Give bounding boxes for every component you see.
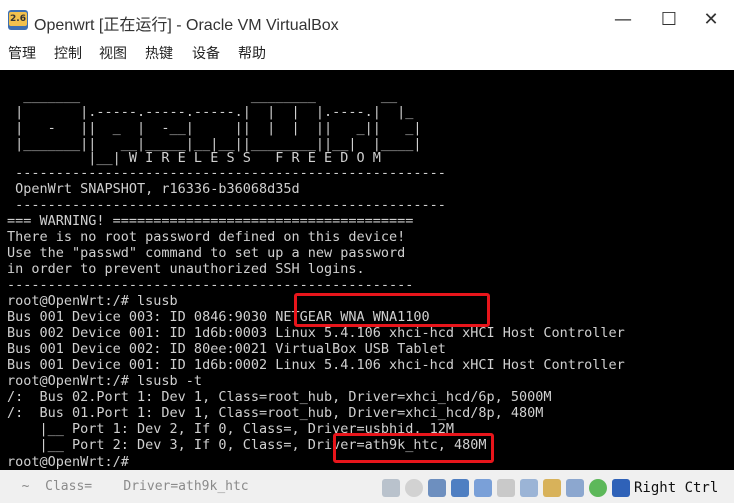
version-line: OpenWrt SNAPSHOT, r16336-b36068d35d [7, 181, 300, 197]
menu-help[interactable]: 帮助 [238, 43, 266, 63]
network-icon[interactable] [451, 479, 469, 497]
shell-prompt: root@OpenWrt:/# lsusb -t [7, 373, 203, 389]
warning-line: There is no root password defined on thi… [7, 229, 406, 245]
menu-manage[interactable]: 管理 [8, 43, 36, 63]
openwrt-logo-line: _______ ________ __ [7, 88, 398, 104]
banner-separator: ----------------------------------------… [7, 197, 446, 213]
lsusb-output-line: Bus 001 Device 001: ID 1d6b:0002 Linux 5… [7, 357, 625, 373]
close-button[interactable]: ✕ [688, 0, 734, 40]
minimize-button[interactable]: — [600, 0, 646, 40]
lsusb-tree-line: /: Bus 02.Port 1: Dev 1, Class=root_hub,… [7, 389, 552, 405]
lsusb-output-line: Bus 002 Device 001: ID 1d6b:0003 Linux 5… [7, 325, 625, 341]
highlight-box-driver [333, 433, 494, 463]
hard-disk-icon[interactable] [382, 479, 400, 497]
usb-icon[interactable] [474, 479, 492, 497]
openwrt-tagline: |__| W I R E L E S S F R E E D O M [7, 150, 381, 166]
display-icon[interactable] [520, 479, 538, 497]
virtualbox-app-icon: 2.6 [8, 10, 28, 30]
audio-icon[interactable] [428, 479, 446, 497]
title-bar[interactable]: 2.6 Openwrt [正在运行] - Oracle VM VirtualBo… [0, 0, 734, 40]
menu-control[interactable]: 控制 [54, 43, 82, 63]
menu-view[interactable]: 视图 [99, 43, 127, 63]
warning-header: === WARNING! ===========================… [7, 213, 414, 229]
shell-prompt-current: root@OpenWrt:/# [7, 454, 138, 470]
menu-devices[interactable]: 设备 [192, 43, 220, 63]
openwrt-logo-line: | - || _ | -__| || | | || _|| _| [7, 120, 422, 136]
statusbar-ghost-text: ~ Class= Driver=ath9k_htc [6, 479, 265, 494]
banner-separator: ----------------------------------------… [7, 165, 446, 181]
window-title: Openwrt [正在运行] - Oracle VM VirtualBox [34, 17, 339, 34]
host-key-label: Right Ctrl [634, 480, 719, 496]
lsusb-output-line: Bus 001 Device 002: ID 80ee:0021 Virtual… [7, 341, 446, 357]
recording-icon[interactable] [543, 479, 561, 497]
shared-folders-icon[interactable] [497, 479, 515, 497]
menu-hotkey[interactable]: 热键 [145, 43, 173, 63]
optical-disk-icon[interactable] [405, 479, 423, 497]
shell-prompt: root@OpenWrt:/# lsusb [7, 293, 178, 309]
lsusb-tree-line: /: Bus 01.Port 1: Dev 1, Class=root_hub,… [7, 405, 544, 421]
mouse-integration-icon[interactable] [589, 479, 607, 497]
maximize-button[interactable]: ☐ [646, 0, 692, 40]
openwrt-logo-line: | |.-----.-----.-----.| | | |.----.| |_ [7, 104, 414, 120]
warning-footer: ----------------------------------------… [7, 277, 414, 293]
highlight-box-netgear [294, 293, 490, 327]
vm-console-screen[interactable]: _______ ________ __ | |.-----.-----.----… [0, 70, 734, 470]
warning-line: in order to prevent unauthorized SSH log… [7, 261, 365, 277]
menu-bar: 管理 控制 视图 热键 设备 帮助 [0, 40, 734, 64]
keyboard-arrow-icon[interactable] [612, 479, 630, 497]
warning-line: Use the "passwd" command to set up a new… [7, 245, 406, 261]
status-bar: ~ Class= Driver=ath9k_htc Right Ctrl [0, 470, 734, 503]
cpu-icon[interactable] [566, 479, 584, 497]
